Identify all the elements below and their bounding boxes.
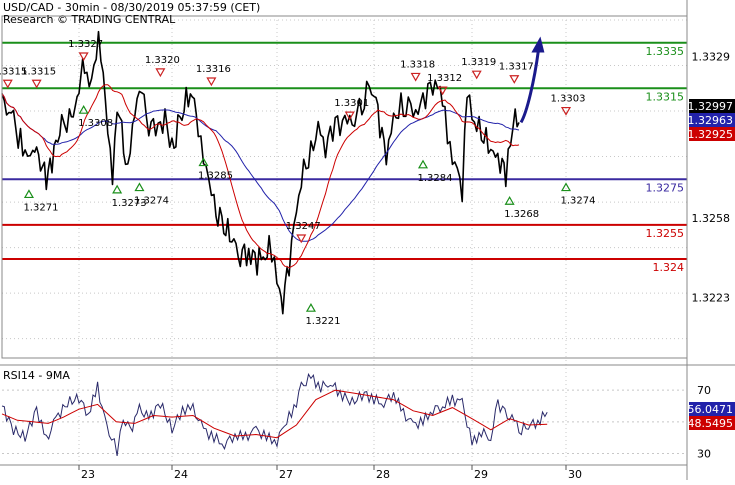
indicator-tag-label: 56.0471 bbox=[688, 403, 734, 416]
pivot-high-label: 1.3327 bbox=[68, 39, 103, 50]
pivot-low-label: 1.3308 bbox=[78, 118, 113, 129]
pivot-high-label: 1.3312 bbox=[427, 73, 462, 84]
price-y-tick-label: 1.3329 bbox=[692, 50, 731, 63]
level-label: 1.324 bbox=[653, 261, 685, 274]
price-panel-frame bbox=[1, 15, 688, 359]
indicator-label: RSI14 - 9MA bbox=[3, 369, 70, 382]
chart-subtitle: Research © TRADING CENTRAL bbox=[3, 13, 176, 26]
pivot-high-marker bbox=[206, 77, 217, 87]
x-tick-label: 28 bbox=[376, 468, 390, 480]
pivot-low-marker bbox=[134, 182, 145, 192]
x-tick-label: 24 bbox=[174, 468, 188, 480]
pivot-low-label: 1.3274 bbox=[561, 196, 596, 207]
pivot-high-marker bbox=[78, 52, 89, 62]
level-label: 1.3255 bbox=[646, 227, 685, 240]
pivot-low-label: 1.3268 bbox=[504, 209, 539, 220]
indicator-tag-label: 48.5495 bbox=[688, 417, 734, 430]
level-label: 1.3335 bbox=[646, 45, 685, 58]
indicator-y-tick-label: 30 bbox=[697, 448, 711, 461]
pivot-high-label: 1.3316 bbox=[196, 64, 231, 75]
pivot-low-label: 1.3274 bbox=[134, 196, 169, 207]
pivot-high-label: 1.3320 bbox=[145, 55, 180, 66]
indicator-y-tick-label: 70 bbox=[697, 384, 711, 397]
pivot-high-label: 1.3301 bbox=[334, 98, 369, 109]
forecast-arrow-head bbox=[531, 36, 545, 53]
pivot-high-label: 1.3318 bbox=[400, 59, 435, 70]
pivot-high-label: 1.3319 bbox=[461, 57, 496, 68]
price-tag-label: 1.32925 bbox=[688, 128, 734, 141]
pivot-low-label: 1.3284 bbox=[418, 173, 453, 184]
price-y-tick-label: 1.3223 bbox=[692, 292, 731, 305]
pivot-low-marker bbox=[23, 189, 34, 199]
x-tick-label: 23 bbox=[81, 468, 95, 480]
pivot-low-marker bbox=[417, 159, 429, 169]
x-tick-label: 30 bbox=[568, 468, 582, 480]
pivot-high-marker bbox=[2, 79, 13, 89]
pivot-high-marker bbox=[155, 68, 166, 78]
indicator-series-ma bbox=[1, 389, 548, 439]
price-y-tick-label: 1.3258 bbox=[692, 212, 731, 225]
level-label: 1.3275 bbox=[646, 181, 685, 194]
pivot-low-marker bbox=[560, 182, 572, 192]
pivot-low-marker bbox=[305, 302, 316, 312]
chart-canvas: 1.3335 1.3315 1.3275 1.3255 1.324 1.3315 1.33… bbox=[0, 0, 735, 481]
pivot-high-label: 1.3315 bbox=[21, 66, 56, 77]
pivot-high-label: 1.3303 bbox=[551, 94, 586, 105]
pivot-high-marker bbox=[471, 70, 482, 80]
pivot-high-label: 1.3317 bbox=[499, 62, 534, 73]
pivot-low-label: 1.3271 bbox=[23, 202, 58, 213]
price-tag-label: 1.32963 bbox=[688, 114, 734, 127]
price-tag-label: 1.32997 bbox=[688, 100, 734, 113]
chart-root: 1.3335 1.3315 1.3275 1.3255 1.324 1.3315 1.33… bbox=[0, 0, 735, 481]
pivot-low-label: 1.3221 bbox=[305, 316, 340, 327]
pivot-low-marker bbox=[504, 196, 515, 205]
slow-moving-average bbox=[1, 93, 520, 242]
x-tick-label: 29 bbox=[474, 468, 488, 480]
pivot-high-marker bbox=[509, 75, 520, 84]
pivot-high-marker bbox=[31, 79, 42, 89]
level-label: 1.3315 bbox=[646, 90, 685, 103]
pivot-low-marker bbox=[112, 184, 123, 194]
pivot-high-marker bbox=[410, 72, 421, 82]
pivot-low-marker bbox=[78, 104, 89, 114]
pivot-low-label: 1.3285 bbox=[198, 171, 233, 182]
x-tick-label: 27 bbox=[279, 468, 293, 480]
pivot-high-label: 1.3247 bbox=[286, 221, 321, 232]
